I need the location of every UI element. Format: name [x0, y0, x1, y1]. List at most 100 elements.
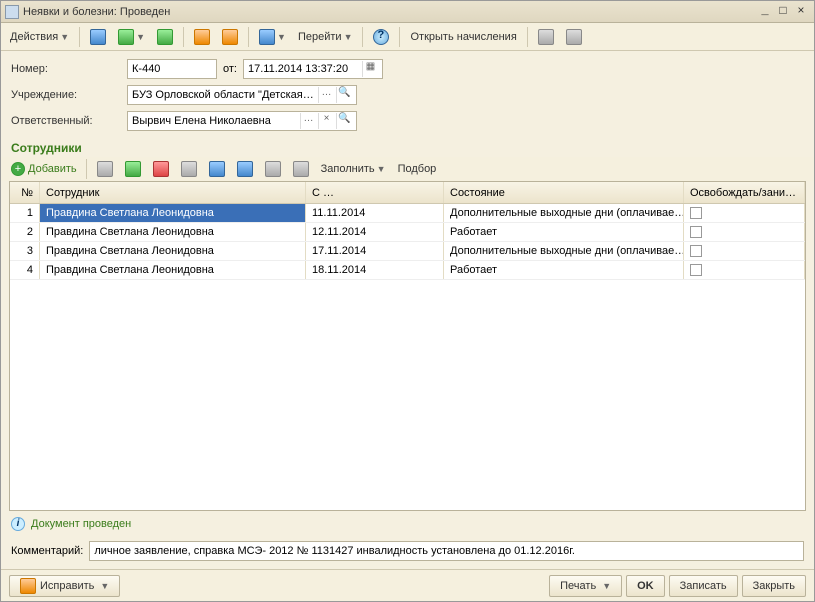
- dropdown-icon: ▼: [100, 581, 109, 591]
- down-button[interactable]: [232, 158, 258, 180]
- form-header: Номер: К-440 от: 17.11.2014 13:37:20 ▦ У…: [1, 51, 814, 135]
- help-button[interactable]: [368, 26, 394, 48]
- col-num[interactable]: №: [10, 182, 40, 203]
- cell-emp: Правдина Светлана Леонидовна: [40, 261, 306, 279]
- main-toolbar: Действия ▼ ▼ ▼ Перейти ▼ Открыть начисле…: [1, 23, 814, 51]
- cell-date: 18.11.2014: [306, 261, 444, 279]
- select-button[interactable]: Подбор: [393, 158, 442, 180]
- tool-btn-3[interactable]: [152, 26, 178, 48]
- actions-label: Действия: [10, 31, 58, 43]
- cell-chk: [684, 204, 805, 222]
- copy-icon: [97, 161, 113, 177]
- table-row[interactable]: 2 Правдина Светлана Леонидовна 12.11.201…: [10, 223, 805, 242]
- table-row[interactable]: 3 Правдина Светлана Леонидовна 17.11.201…: [10, 242, 805, 261]
- ok-button[interactable]: OK: [626, 575, 665, 597]
- open-calc-label: Открыть начисления: [410, 31, 516, 43]
- col-emp[interactable]: Сотрудник: [40, 182, 306, 203]
- resp-field[interactable]: Вырвич Елена Николаевна … × 🔍: [127, 111, 357, 131]
- comment-row: Комментарий: личное заявление, справка М…: [1, 537, 814, 569]
- from-label: от:: [223, 63, 237, 75]
- cell-emp: Правдина Светлана Леонидовна: [40, 223, 306, 241]
- dropdown-icon: ▼: [60, 32, 69, 42]
- fill-label: Заполнить: [321, 163, 375, 175]
- close-button[interactable]: Закрыть: [742, 575, 806, 597]
- refresh2-icon: [157, 29, 173, 45]
- copy-button[interactable]: [92, 158, 118, 180]
- fix-icon: [20, 578, 36, 594]
- grid-body[interactable]: 1 Правдина Светлана Леонидовна 11.11.201…: [10, 204, 805, 510]
- sort-desc-button[interactable]: [288, 158, 314, 180]
- minimize-button[interactable]: _: [756, 4, 774, 20]
- number-field[interactable]: К-440: [127, 59, 217, 79]
- tool-btn-8[interactable]: [561, 26, 587, 48]
- pencil-icon: [125, 161, 141, 177]
- calendar-icon[interactable]: ▦: [362, 61, 378, 77]
- go-menu[interactable]: Перейти ▼: [293, 26, 358, 48]
- print-button[interactable]: Печать ▼: [549, 575, 622, 597]
- checkbox[interactable]: [690, 264, 702, 276]
- fix-button[interactable]: Исправить ▼: [9, 575, 120, 597]
- tool-btn-7[interactable]: [533, 26, 559, 48]
- org-field[interactable]: БУЗ Орловской области "Детская г… … 🔍: [127, 85, 357, 105]
- fill-menu[interactable]: Заполнить ▼: [316, 158, 391, 180]
- add-button[interactable]: + Добавить: [7, 162, 81, 176]
- dropdown-icon: ▼: [377, 164, 386, 174]
- edit-button[interactable]: [120, 158, 146, 180]
- date-value: 17.11.2014 13:37:20: [248, 63, 360, 75]
- clear-icon[interactable]: ×: [318, 113, 334, 129]
- table-row[interactable]: 4 Правдина Светлана Леонидовна 18.11.201…: [10, 261, 805, 280]
- table-row[interactable]: 1 Правдина Светлана Леонидовна 11.11.201…: [10, 204, 805, 223]
- titlebar: Неявки и болезни: Проведен _ □ ×: [1, 1, 814, 23]
- cell-chk: [684, 261, 805, 279]
- status-text: Документ проведен: [31, 518, 131, 530]
- document-icon: [5, 5, 19, 19]
- close-label: Закрыть: [753, 580, 795, 592]
- separator: [362, 27, 363, 47]
- cell-emp: Правдина Светлана Леонидовна: [40, 204, 306, 222]
- sort-asc-button[interactable]: [260, 158, 286, 180]
- close-window-button[interactable]: ×: [792, 4, 810, 20]
- checkbox[interactable]: [690, 226, 702, 238]
- dropdown-icon: ▼: [344, 32, 353, 42]
- cell-state: Дополнительные выходные дни (оплачивае…: [444, 242, 684, 260]
- save-button[interactable]: [176, 158, 202, 180]
- tool-btn-1[interactable]: [85, 26, 111, 48]
- section-title: Сотрудники: [1, 135, 814, 157]
- grid-header: № Сотрудник С … Состояние Освобождать/за…: [10, 182, 805, 204]
- doc-post-icon: [194, 29, 210, 45]
- select-icon[interactable]: …: [300, 113, 316, 129]
- separator: [183, 27, 184, 47]
- tool-btn-6[interactable]: ▼: [254, 26, 291, 48]
- disk-icon: [181, 161, 197, 177]
- delete-button[interactable]: [148, 158, 174, 180]
- maximize-button[interactable]: □: [774, 4, 792, 20]
- col-state[interactable]: Состояние: [444, 182, 684, 203]
- write-button[interactable]: Записать: [669, 575, 738, 597]
- date-field[interactable]: 17.11.2014 13:37:20 ▦: [243, 59, 383, 79]
- checkbox[interactable]: [690, 207, 702, 219]
- tool-btn-4[interactable]: [189, 26, 215, 48]
- nav-icon: [259, 29, 275, 45]
- settings-icon: [566, 29, 582, 45]
- select-icon[interactable]: …: [318, 87, 334, 103]
- fix-label: Исправить: [40, 580, 94, 592]
- comment-value: личное заявление, справка МСЭ- 2012 № 11…: [94, 545, 575, 557]
- open-icon[interactable]: 🔍: [336, 113, 352, 129]
- col-release[interactable]: Освобождать/зани…: [684, 182, 805, 203]
- tool-btn-2[interactable]: ▼: [113, 26, 150, 48]
- dropdown-icon: ▼: [136, 32, 145, 42]
- comment-field[interactable]: личное заявление, справка МСЭ- 2012 № 11…: [89, 541, 804, 561]
- dropdown-icon: ▼: [277, 32, 286, 42]
- tool-btn-5[interactable]: [217, 26, 243, 48]
- doc-unpost-icon: [222, 29, 238, 45]
- cell-chk: [684, 242, 805, 260]
- open-calc-button[interactable]: Открыть начисления: [405, 26, 521, 48]
- up-button[interactable]: [204, 158, 230, 180]
- col-date[interactable]: С …: [306, 182, 444, 203]
- checkbox[interactable]: [690, 245, 702, 257]
- cell-state: Работает: [444, 261, 684, 279]
- resp-label: Ответственный:: [11, 115, 121, 127]
- row-resp: Ответственный: Вырвич Елена Николаевна ……: [11, 111, 804, 131]
- open-icon[interactable]: 🔍: [336, 87, 352, 103]
- actions-menu[interactable]: Действия ▼: [5, 26, 74, 48]
